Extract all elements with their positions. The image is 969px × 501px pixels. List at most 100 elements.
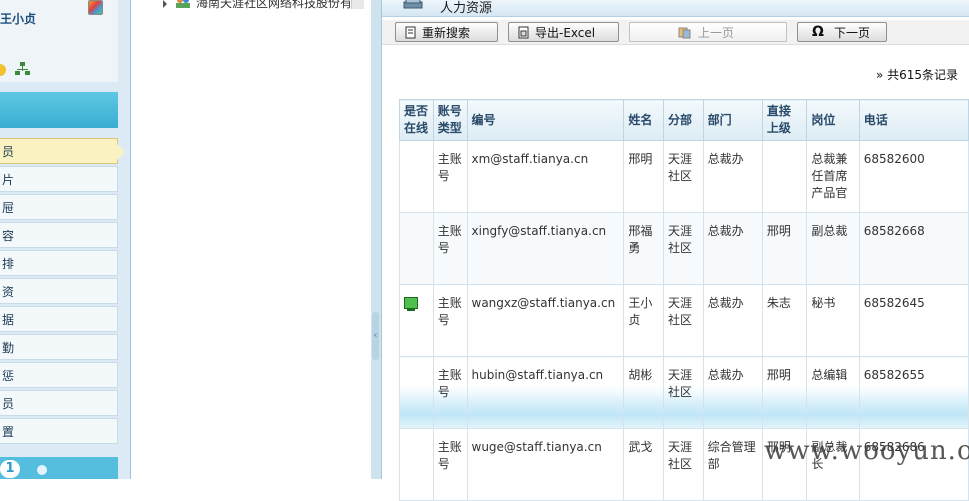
name-cell[interactable]: 武戈 [623, 428, 665, 501]
name-cell[interactable]: 邢福勇 [623, 212, 665, 285]
header-branch[interactable]: 分部 [663, 99, 704, 141]
online-cell [399, 428, 434, 501]
manager-cell: 朱志 [761, 284, 808, 357]
header-id[interactable]: 编号 [466, 99, 625, 141]
table-header-row: 是否在线 账号类型 编号 姓名 分部 部门 直接上级 岗位 电话 [399, 99, 969, 141]
header-manager[interactable]: 直接上级 [761, 99, 808, 141]
menu-item[interactable]: 勤 [0, 334, 118, 360]
omega-icon: Ω [812, 24, 824, 40]
account-type-cell: 主账号 [432, 140, 468, 213]
manager-cell [761, 140, 808, 213]
menu-list: 员 片 屉 容 排 资 据 勤 惩 员 置 [0, 138, 125, 446]
menu-item[interactable]: 据 [0, 306, 118, 332]
page-indicator-active[interactable]: 1 [0, 460, 20, 478]
user-info-panel: 王小贞 [0, 0, 118, 82]
online-cell [399, 212, 434, 285]
position-cell: 总编辑 [806, 356, 860, 429]
menu-item[interactable]: 惩 [0, 362, 118, 388]
collapse-handle-icon[interactable]: ‹ [372, 312, 379, 360]
menu-item[interactable]: 排 [0, 250, 118, 276]
menu-item[interactable]: 片 [0, 166, 118, 192]
id-cell[interactable]: wangxz@staff.tianya.cn [466, 284, 625, 357]
research-button-label: 重新搜索 [422, 26, 471, 40]
export-excel-button[interactable]: 导出-Excel [508, 22, 619, 42]
prev-page-icon [678, 27, 691, 39]
tree-scrollbar[interactable] [351, 0, 364, 9]
phone-cell: 68582600 [858, 140, 969, 213]
manager-cell: 邢明 [761, 212, 808, 285]
name-cell[interactable]: 邢明 [623, 140, 665, 213]
account-type-cell: 主账号 [432, 284, 468, 357]
table-row[interactable]: 主账号 xingfy@staff.tianya.cn 邢福勇 天涯社区 总裁办 … [399, 212, 969, 285]
branch-cell: 天涯社区 [663, 140, 704, 213]
branch-cell: 天涯社区 [663, 428, 704, 501]
manager-cell: 邢明 [761, 356, 808, 429]
table-row[interactable]: 主账号 xm@staff.tianya.cn 邢明 天涯社区 总裁办 总裁兼任首… [399, 140, 969, 213]
name-cell[interactable]: 胡彬 [623, 356, 665, 429]
account-type-cell: 主账号 [432, 212, 468, 285]
research-button[interactable]: 重新搜索 [395, 22, 498, 42]
position-cell: 总裁兼任首席产品官 [806, 140, 860, 213]
expand-arrow-icon[interactable] [163, 0, 167, 8]
account-type-cell: 主账号 [432, 356, 468, 429]
branch-cell: 天涯社区 [663, 284, 704, 357]
online-cell [399, 284, 434, 357]
position-cell: 秘书 [806, 284, 860, 357]
menu-item[interactable]: 员 [0, 390, 118, 416]
prev-page-label: 上一页 [698, 26, 735, 40]
main-panel: 人力资源 重新搜索 导出-Excel 上一页 Ω 下一页 » 共615条记录 是… [382, 0, 969, 501]
cube-icon[interactable] [88, 0, 103, 15]
table-row[interactable]: 主账号 wangxz@staff.tianya.cn 王小贞 天涯社区 总裁办 … [399, 284, 969, 357]
header-name[interactable]: 姓名 [623, 99, 665, 141]
position-cell: 副总裁 [806, 212, 860, 285]
id-cell[interactable]: xingfy@staff.tianya.cn [466, 212, 625, 285]
phone-cell: 68582645 [858, 284, 969, 357]
table-row[interactable]: 主账号 hubin@staff.tianya.cn 胡彬 天涯社区 总裁办 邢明… [399, 356, 969, 429]
header-account-type[interactable]: 账号类型 [432, 99, 468, 141]
export-excel-label: 导出-Excel [535, 26, 596, 40]
branch-cell: 天涯社区 [663, 356, 704, 429]
id-cell[interactable]: xm@staff.tianya.cn [466, 140, 625, 213]
online-cell [399, 356, 434, 429]
header-phone[interactable]: 电话 [858, 99, 969, 141]
department-cell: 总裁办 [702, 356, 763, 429]
name-cell[interactable]: 王小贞 [623, 284, 665, 357]
next-page-button[interactable]: Ω 下一页 [797, 22, 887, 42]
document-icon [405, 26, 416, 39]
header-position[interactable]: 岗位 [806, 99, 860, 141]
record-count: » 共615条记录 [875, 68, 958, 82]
page-indicator-dot[interactable] [37, 465, 47, 475]
menu-item[interactable]: 容 [0, 222, 118, 248]
account-type-cell: 主账号 [432, 428, 468, 501]
prev-page-button[interactable]: 上一页 [629, 22, 787, 42]
menu-item[interactable]: 资 [0, 278, 118, 304]
header-online[interactable]: 是否在线 [399, 99, 434, 141]
department-cell: 总裁办 [702, 140, 763, 213]
id-cell[interactable]: hubin@staff.tianya.cn [466, 356, 625, 429]
branch-cell: 天涯社区 [663, 212, 704, 285]
tree-node-company[interactable]: 海南天涯社区网络科技股份有 [196, 0, 354, 11]
title-bar: 人力资源 [382, 0, 969, 17]
org-chart-icon[interactable] [15, 62, 31, 76]
header-department[interactable]: 部门 [702, 99, 763, 141]
department-cell: 总裁办 [702, 284, 763, 357]
company-icon [176, 0, 190, 8]
panel-splitter[interactable]: ‹ [371, 0, 382, 479]
menu-item-staff[interactable]: 员 [0, 138, 125, 164]
menu-item[interactable]: 屉 [0, 194, 118, 220]
next-page-label: 下一页 [834, 26, 871, 40]
page-title: 人力资源 [440, 1, 493, 16]
department-cell: 总裁办 [702, 212, 763, 285]
phone-cell: 68582655 [858, 356, 969, 429]
department-cell: 综合管理部 [702, 428, 763, 501]
id-cell[interactable]: wuge@staff.tianya.cn [466, 428, 625, 501]
watermark: www.wooyun.org [764, 436, 969, 466]
toolbar: 重新搜索 导出-Excel 上一页 Ω 下一页 [382, 20, 969, 45]
books-icon [403, 0, 423, 9]
smiley-icon[interactable] [0, 64, 6, 76]
export-icon [518, 26, 529, 39]
phone-cell: 68582668 [858, 212, 969, 285]
menu-item[interactable]: 置 [0, 418, 118, 444]
online-cell [399, 140, 434, 213]
org-tree-panel: 海南天涯社区网络科技股份有 [131, 0, 372, 479]
